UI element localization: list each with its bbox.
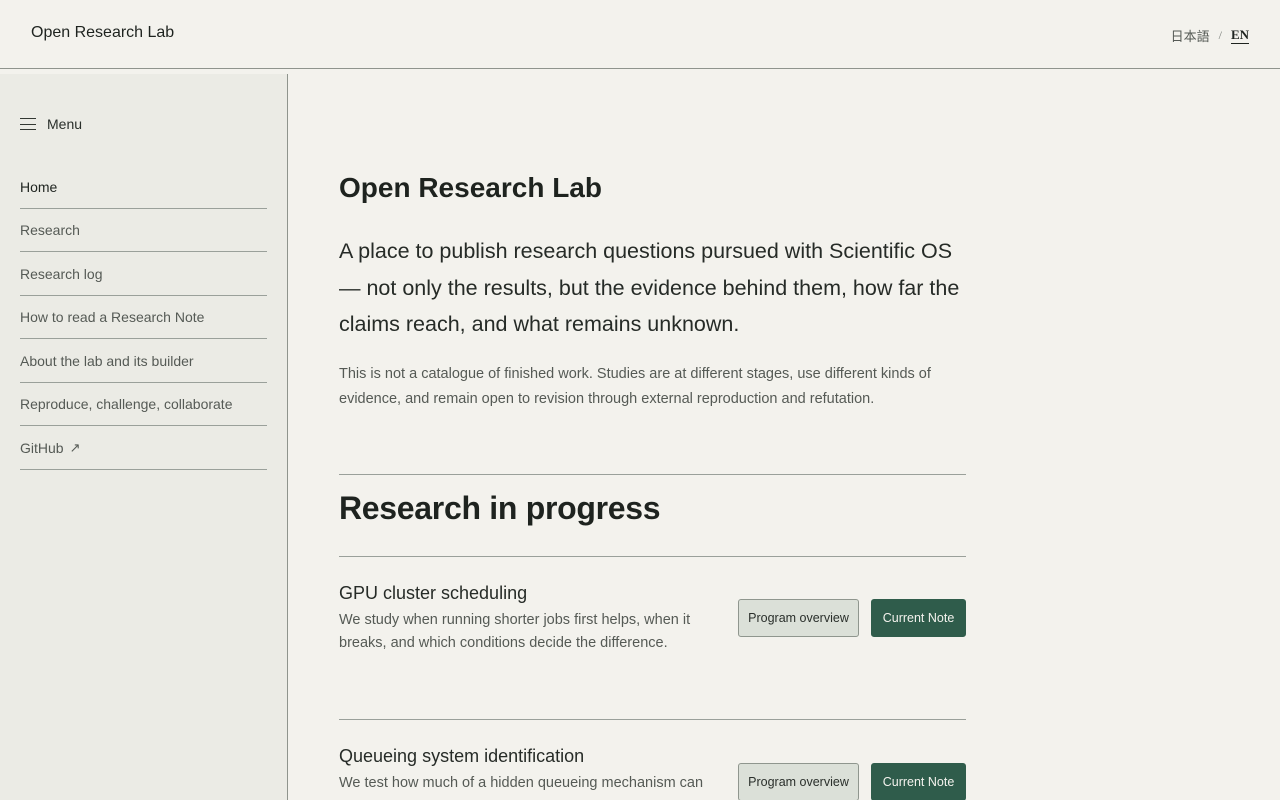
sidebar-nav: Home Research Research log How to read a…	[20, 165, 267, 470]
sidebar: Menu Home Research Research log How to r…	[0, 74, 288, 800]
section-divider	[339, 474, 966, 475]
project-title: Queueing system identification	[339, 746, 585, 766]
sidebar-item-how-to-read[interactable]: How to read a Research Note	[20, 296, 267, 339]
sidebar-item-label: Reproduce, challenge, collaborate	[20, 396, 233, 413]
program-overview-button[interactable]: Program overview	[738, 763, 859, 800]
sidebar-item-label: How to read a Research Note	[20, 309, 205, 326]
lang-en-link[interactable]: EN	[1230, 27, 1249, 44]
top-bar: Open Research Lab 日本語 / EN	[0, 0, 1280, 69]
sidebar-item-label: Research	[20, 222, 80, 239]
current-note-button[interactable]: Current Note	[871, 763, 966, 800]
sidebar-item-label: GitHub	[20, 439, 64, 456]
sidebar-item-about[interactable]: About the lab and its builder	[20, 339, 267, 383]
sidebar-item-label: Home	[20, 178, 58, 195]
language-switcher: 日本語 / EN	[1171, 26, 1249, 45]
page-title: Open Research Lab	[339, 172, 602, 203]
lang-separator: /	[1218, 28, 1222, 42]
sidebar-item-label: Research log	[20, 265, 103, 282]
menu-toggle-button[interactable]: Menu	[20, 116, 82, 132]
sidebar-item-reproduce[interactable]: Reproduce, challenge, collaborate	[20, 383, 267, 426]
sidebar-item-github[interactable]: GitHub ↗	[20, 426, 267, 470]
hamburger-icon	[20, 118, 36, 130]
section-title: Research in progress	[339, 490, 661, 526]
project-description: We test how much of a hidden queueing me…	[339, 775, 704, 791]
lead-paragraph: A place to publish research questions pu…	[339, 239, 960, 336]
intro-paragraph: This is not a catalogue of finished work…	[339, 366, 931, 407]
external-link-icon: ↗	[69, 439, 81, 455]
project-title: GPU cluster scheduling	[339, 583, 528, 603]
sidebar-item-home[interactable]: Home	[20, 165, 267, 209]
site-brand[interactable]: Open Research Lab	[31, 24, 174, 42]
current-note-button[interactable]: Current Note	[871, 599, 966, 637]
project-description: We study when running shorter jobs first…	[339, 612, 691, 651]
lang-ja-link[interactable]: 日本語	[1171, 26, 1210, 45]
project-divider	[339, 719, 966, 720]
sidebar-item-label: About the lab and its builder	[20, 352, 194, 369]
project-divider	[339, 556, 966, 557]
sidebar-item-research[interactable]: Research	[20, 209, 267, 252]
menu-label: Menu	[47, 116, 83, 132]
sidebar-item-research-log[interactable]: Research log	[20, 252, 267, 296]
program-overview-button[interactable]: Program overview	[738, 599, 859, 637]
